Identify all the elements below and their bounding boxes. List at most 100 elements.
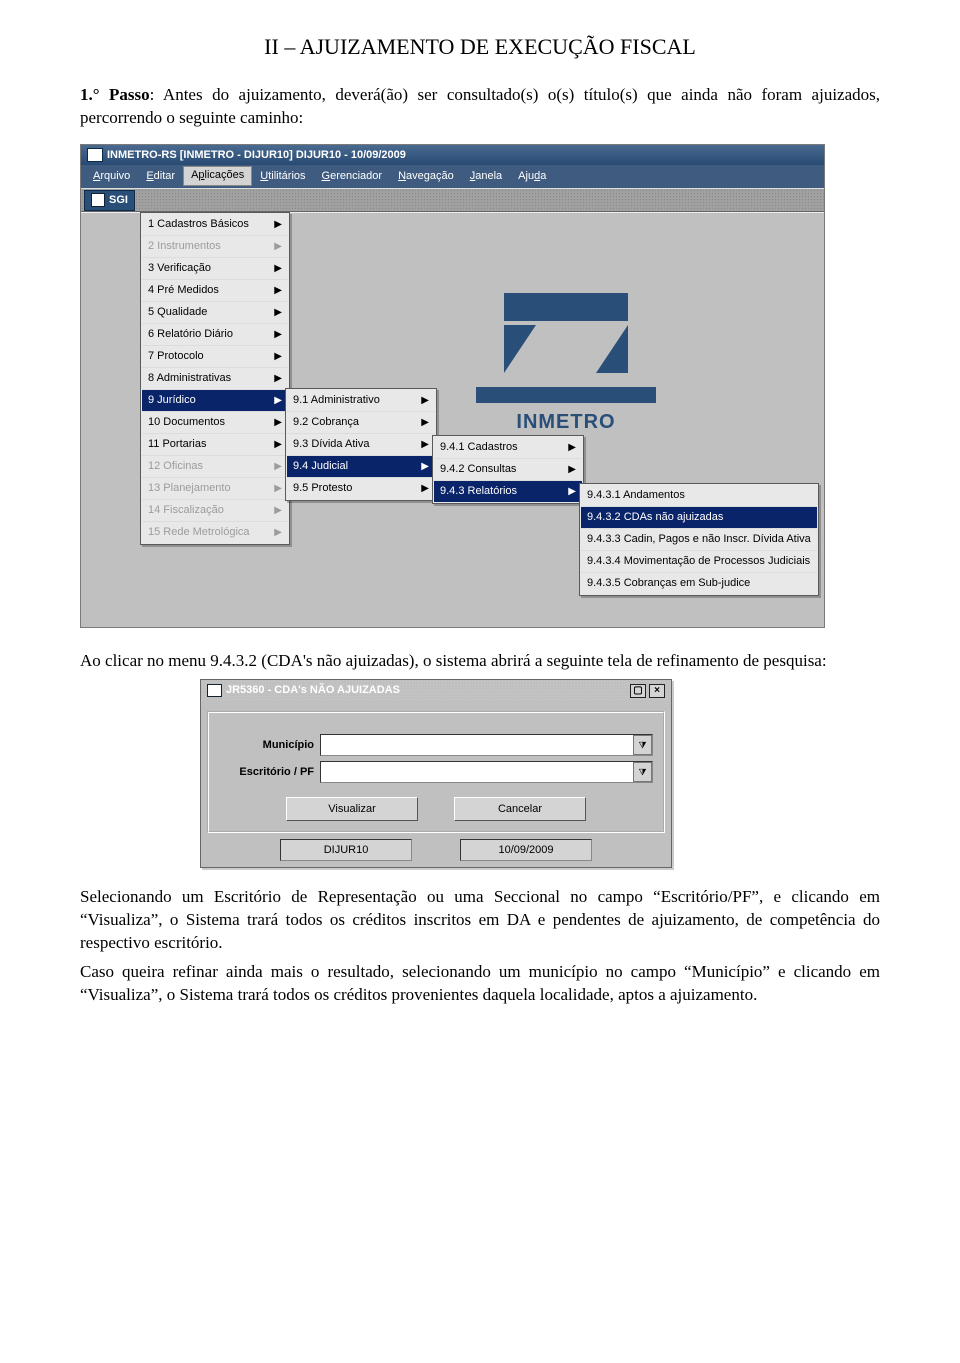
workspace: INMETRO 1 Cadastros Básicos▶2 Instrument… xyxy=(81,212,824,627)
mid-text: Ao clicar no menu 9.4.3.2 (CDA's não aju… xyxy=(80,650,880,673)
submenu-arrow-icon: ▶ xyxy=(274,328,282,342)
dropdown-icon[interactable]: ⧩ xyxy=(633,762,652,782)
submenu-arrow-icon: ▶ xyxy=(274,482,282,496)
submenu-arrow-icon: ▶ xyxy=(274,284,282,298)
submenu-arrow-icon: ▶ xyxy=(274,240,282,254)
submenu-arrow-icon: ▶ xyxy=(421,482,429,496)
cancelar-button[interactable]: Cancelar xyxy=(454,797,586,821)
visualizar-button[interactable]: Visualizar xyxy=(286,797,418,821)
submenu-arrow-icon: ▶ xyxy=(274,218,282,232)
menu-item[interactable]: 9 Jurídico▶ xyxy=(142,390,288,412)
submenu-arrow-icon: ▶ xyxy=(274,306,282,320)
menu-item[interactable]: 9.3 Dívida Ativa▶ xyxy=(287,434,435,456)
menu-item[interactable]: 9.4.3.3 Cadin, Pagos e não Inscr. Dívida… xyxy=(581,529,817,551)
titlebar: INMETRO-RS [INMETRO - DIJUR10] DIJUR10 -… xyxy=(81,145,824,166)
menu-item[interactable]: 9.4.1 Cadastros▶ xyxy=(434,437,582,459)
menu-janela[interactable]: Janela xyxy=(462,167,510,186)
sgi-icon xyxy=(91,193,105,207)
menubar[interactable]: Arquivo Editar Aplicações Utilitários Ge… xyxy=(81,165,824,188)
menu-aplicacoes-dropdown[interactable]: 1 Cadastros Básicos▶2 Instrumentos▶3 Ver… xyxy=(140,212,290,545)
sgi-label: SGI xyxy=(109,193,128,208)
step-text: : Antes do ajuizamento, deverá(ão) ser c… xyxy=(80,85,880,127)
escritorio-field[interactable]: ⧩ xyxy=(320,761,653,783)
screenshot-app-window: INMETRO-RS [INMETRO - DIJUR10] DIJUR10 -… xyxy=(80,144,825,629)
menu-ajuda[interactable]: Ajuda xyxy=(510,167,554,186)
menu-item[interactable]: 9.4.3.1 Andamentos xyxy=(581,485,817,507)
menu-arquivo[interactable]: Arquivo xyxy=(85,167,138,186)
menu-item[interactable]: 3 Verificação▶ xyxy=(142,258,288,280)
step-intro: 1.° Passo: Antes do ajuizamento, deverá(… xyxy=(80,84,880,130)
menu-item[interactable]: 4 Pré Medidos▶ xyxy=(142,280,288,302)
menu-item[interactable]: 8 Administrativas▶ xyxy=(142,368,288,390)
menu-juridico-submenu[interactable]: 9.1 Administrativo▶9.2 Cobrança▶9.3 Dívi… xyxy=(285,388,437,501)
submenu-arrow-icon: ▶ xyxy=(274,372,282,386)
submenu-arrow-icon: ▶ xyxy=(274,526,282,540)
menu-item[interactable]: 13 Planejamento▶ xyxy=(142,478,288,500)
submenu-arrow-icon: ▶ xyxy=(421,438,429,452)
menu-item[interactable]: 12 Oficinas▶ xyxy=(142,456,288,478)
submenu-arrow-icon: ▶ xyxy=(274,350,282,364)
maximize-button[interactable]: ▢ xyxy=(630,684,646,698)
menu-item[interactable]: 11 Portarias▶ xyxy=(142,434,288,456)
menu-item[interactable]: 14 Fiscalização▶ xyxy=(142,500,288,522)
app-icon xyxy=(87,148,103,162)
dialog-icon xyxy=(207,684,222,697)
dialog-title: JR5360 - CDA's NÃO AJUIZADAS xyxy=(226,683,400,698)
final-paragraph-1: Selecionando um Escritório de Representa… xyxy=(80,886,880,955)
toolbar: SGI xyxy=(81,188,824,212)
menu-item[interactable]: 9.4.3.4 Movimentação de Processos Judici… xyxy=(581,551,817,573)
page-title: II – AJUIZAMENTO DE EXECUÇÃO FISCAL xyxy=(80,32,880,62)
inmetro-logo: INMETRO xyxy=(461,293,671,436)
menu-item[interactable]: 1 Cadastros Básicos▶ xyxy=(142,214,288,236)
submenu-arrow-icon: ▶ xyxy=(421,416,429,430)
screenshot-dialog: JR5360 - CDA's NÃO AJUIZADAS ▢ × Municíp… xyxy=(200,679,672,868)
menu-utilitarios[interactable]: Utilitários xyxy=(252,167,313,186)
menu-item[interactable]: 9.4 Judicial▶ xyxy=(287,456,435,478)
menu-item[interactable]: 9.4.3 Relatórios▶ xyxy=(434,481,582,502)
titlebar-text: INMETRO-RS [INMETRO - DIJUR10] DIJUR10 -… xyxy=(107,148,406,163)
menu-aplicacoes[interactable]: Aplicações xyxy=(183,166,252,186)
submenu-arrow-icon: ▶ xyxy=(568,441,576,455)
close-button[interactable]: × xyxy=(649,684,665,698)
municipio-field[interactable]: ⧩ xyxy=(320,734,653,756)
form-panel: Município ⧩ Escritório / PF ⧩ Visualizar… xyxy=(207,711,665,833)
logo-text: INMETRO xyxy=(461,409,671,436)
toolbar-sgi-button[interactable]: SGI xyxy=(84,190,135,211)
dropdown-icon[interactable]: ⧩ xyxy=(633,735,652,755)
step-label: 1.° Passo xyxy=(80,85,150,104)
menu-navegacao[interactable]: Navegação xyxy=(390,167,462,186)
menu-item[interactable]: 9.4.3.5 Cobranças em Sub-judice xyxy=(581,573,817,594)
submenu-arrow-icon: ▶ xyxy=(274,460,282,474)
menu-item[interactable]: 5 Qualidade▶ xyxy=(142,302,288,324)
submenu-arrow-icon: ▶ xyxy=(274,394,282,408)
menu-item[interactable]: 9.1 Administrativo▶ xyxy=(287,390,435,412)
menu-item[interactable]: 10 Documentos▶ xyxy=(142,412,288,434)
submenu-arrow-icon: ▶ xyxy=(274,262,282,276)
menu-item[interactable]: 9.2 Cobrança▶ xyxy=(287,412,435,434)
status-date: 10/09/2009 xyxy=(460,839,592,861)
menu-relatorios-submenu[interactable]: 9.4.3.1 Andamentos9.4.3.2 CDAs não ajuiz… xyxy=(579,483,819,596)
label-municipio: Município xyxy=(219,738,314,753)
submenu-arrow-icon: ▶ xyxy=(568,485,576,499)
status-bar: DIJUR10 10/09/2009 xyxy=(207,833,665,863)
submenu-arrow-icon: ▶ xyxy=(421,460,429,474)
menu-item[interactable]: 9.4.2 Consultas▶ xyxy=(434,459,582,481)
final-paragraph-2: Caso queira refinar ainda mais o resulta… xyxy=(80,961,880,1007)
submenu-arrow-icon: ▶ xyxy=(274,504,282,518)
submenu-arrow-icon: ▶ xyxy=(568,463,576,477)
submenu-arrow-icon: ▶ xyxy=(274,438,282,452)
label-escritorio: Escritório / PF xyxy=(219,765,314,780)
menu-editar[interactable]: Editar xyxy=(138,167,183,186)
menu-judicial-submenu[interactable]: 9.4.1 Cadastros▶9.4.2 Consultas▶9.4.3 Re… xyxy=(432,435,584,504)
dialog-titlebar: JR5360 - CDA's NÃO AJUIZADAS ▢ × xyxy=(201,680,671,701)
menu-item[interactable]: 7 Protocolo▶ xyxy=(142,346,288,368)
submenu-arrow-icon: ▶ xyxy=(421,394,429,408)
menu-gerenciador[interactable]: Gerenciador xyxy=(314,167,391,186)
menu-item[interactable]: 15 Rede Metrológica▶ xyxy=(142,522,288,543)
menu-item[interactable]: 9.5 Protesto▶ xyxy=(287,478,435,499)
status-user: DIJUR10 xyxy=(280,839,412,861)
menu-item[interactable]: 2 Instrumentos▶ xyxy=(142,236,288,258)
menu-item[interactable]: 9.4.3.2 CDAs não ajuizadas xyxy=(581,507,817,529)
menu-item[interactable]: 6 Relatório Diário▶ xyxy=(142,324,288,346)
submenu-arrow-icon: ▶ xyxy=(274,416,282,430)
